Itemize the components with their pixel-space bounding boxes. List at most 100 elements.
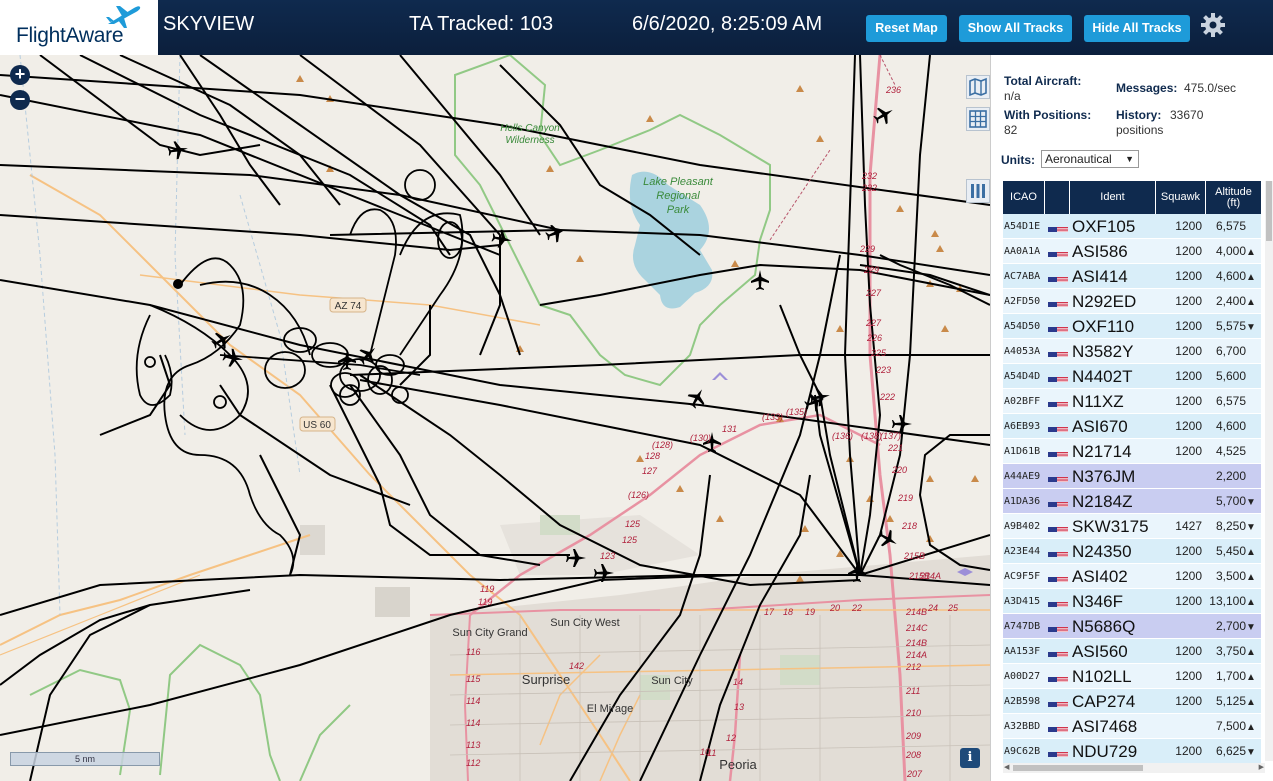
label-park: Park bbox=[667, 204, 690, 216]
table-row[interactable]: A747DB N5686Q 2,700▼ bbox=[1003, 614, 1261, 639]
altitude-value: 3,500 bbox=[1215, 569, 1246, 583]
waypoint-label: 25 bbox=[947, 603, 959, 613]
scroll-right-icon[interactable]: ▶ bbox=[1259, 763, 1264, 773]
descending-arrow-icon: ▼ bbox=[1246, 522, 1256, 533]
aircraft-icon[interactable] bbox=[684, 385, 710, 411]
table-row[interactable]: A1D61B N21714 1200 4,525 bbox=[1003, 439, 1261, 464]
toggle-sidebar-button[interactable] bbox=[966, 179, 990, 203]
scrollbar-thumb[interactable] bbox=[1013, 765, 1143, 771]
us-flag-icon bbox=[1048, 696, 1068, 707]
waypoint-label: 227 bbox=[865, 318, 882, 328]
waypoint-label: (133) bbox=[762, 412, 783, 422]
altitude-cell: 5,600 bbox=[1206, 364, 1256, 389]
squawk-cell: 1200 bbox=[1175, 244, 1202, 258]
zoom-in-button[interactable]: + bbox=[10, 65, 30, 85]
altitude-value: 4,525 bbox=[1215, 444, 1246, 458]
ident-cell: ASI670 bbox=[1072, 417, 1128, 436]
icao-cell: A6EB93 bbox=[1004, 421, 1041, 432]
column-header-altitude[interactable]: Altitude (ft) bbox=[1206, 181, 1261, 214]
waypoint-label: 128 bbox=[645, 451, 660, 461]
vertical-scrollbar[interactable] bbox=[1265, 181, 1273, 761]
aircraft-icons[interactable] bbox=[167, 102, 912, 582]
ident-cell: N24350 bbox=[1072, 542, 1132, 561]
icao-cell: A2B598 bbox=[1004, 696, 1041, 707]
table-row[interactable]: A23E44 N24350 1200 5,450▲ bbox=[1003, 539, 1261, 564]
ident-cell: ASI7468 bbox=[1072, 717, 1138, 736]
table-row[interactable]: A32BBD ASI7468 7,500▲ bbox=[1003, 714, 1261, 739]
map-layer-button[interactable] bbox=[966, 75, 990, 99]
range-rings-button[interactable] bbox=[966, 107, 990, 131]
table-row[interactable]: A54D50 OXF110 1200 5,575▼ bbox=[1003, 314, 1261, 339]
urban-areas bbox=[300, 515, 990, 781]
climbing-arrow-icon: ▲ bbox=[1246, 572, 1256, 583]
ident-cell: SKW3175 bbox=[1072, 517, 1149, 536]
table-row[interactable]: A02BFF N11XZ 1200 6,575 bbox=[1003, 389, 1261, 414]
table-row[interactable]: AA0A1A ASI586 1200 4,000▲ bbox=[1003, 239, 1261, 264]
road-shield-az74: AZ 74 bbox=[329, 297, 367, 313]
waypoint-label: 226 bbox=[866, 333, 882, 343]
table-row[interactable]: A2B598 CAP274 1200 5,125▲ bbox=[1003, 689, 1261, 714]
flightaware-logo[interactable]: FlightAware bbox=[0, 0, 158, 55]
units-select[interactable]: Aeronautical ▼ bbox=[1041, 150, 1139, 168]
table-body: A54D1E OXF105 1200 6,575 AA0A1A ASI586 1200 4,0… bbox=[1003, 214, 1261, 764]
altitude-cell: 5,700▼ bbox=[1206, 489, 1256, 514]
table-row[interactable]: AC9F5F ASI402 1200 3,500▲ bbox=[1003, 564, 1261, 589]
selected-aircraft-dot[interactable] bbox=[173, 279, 183, 289]
climbing-arrow-icon: ▲ bbox=[1246, 722, 1256, 733]
waypoint-label: (130) bbox=[690, 433, 711, 443]
ident-cell: ASI402 bbox=[1072, 567, 1128, 586]
table-row[interactable]: A1DA36 N2184Z 5,700▼ bbox=[1003, 489, 1261, 514]
ident-cell: N5686Q bbox=[1072, 617, 1136, 636]
altitude-cell: 2,700▼ bbox=[1206, 614, 1256, 639]
table-row[interactable]: A44AE9 N376JM 2,200 bbox=[1003, 464, 1261, 489]
table-row[interactable]: A54D1E OXF105 1200 6,575 bbox=[1003, 214, 1261, 239]
column-header-ident[interactable]: Ident bbox=[1070, 181, 1156, 214]
table-row[interactable]: A4053A N3582Y 1200 6,700 bbox=[1003, 339, 1261, 364]
peak-markers bbox=[296, 75, 979, 582]
icao-cell: A02BFF bbox=[1004, 396, 1041, 407]
table-row[interactable]: A9C62B NDU729 1200 6,625▼ bbox=[1003, 739, 1261, 764]
zoom-out-button[interactable]: − bbox=[10, 90, 30, 110]
map-canvas[interactable]: AZ 74 US 60 Hells Canyon Wilderness Lake… bbox=[0, 55, 990, 781]
aircraft-icon[interactable] bbox=[751, 270, 769, 290]
us-flag-icon bbox=[1048, 596, 1068, 607]
ident-cell: N21714 bbox=[1072, 442, 1132, 461]
column-header-squawk[interactable]: Squawk bbox=[1156, 181, 1206, 214]
waypoint-label: 218 bbox=[901, 521, 917, 531]
reset-map-button[interactable]: Reset Map bbox=[866, 15, 947, 42]
altitude-cell: 3,500▲ bbox=[1206, 564, 1256, 589]
waypoint-label: 214C bbox=[905, 623, 928, 633]
waypoint-label: 214A bbox=[905, 650, 927, 660]
altitude-value: 4,600 bbox=[1215, 269, 1246, 283]
scroll-left-icon[interactable]: ◀ bbox=[1004, 763, 1009, 773]
scrollbar-thumb[interactable] bbox=[1266, 181, 1272, 241]
app-title: SKYVIEW bbox=[163, 13, 255, 35]
road-label-az74: AZ 74 bbox=[335, 301, 362, 312]
show-all-tracks-button[interactable]: Show All Tracks bbox=[959, 15, 1072, 42]
hide-all-tracks-button[interactable]: Hide All Tracks bbox=[1084, 15, 1190, 42]
icao-cell: A9B402 bbox=[1004, 521, 1041, 532]
table-row[interactable]: A00D27 N102LL 1200 1,700▲ bbox=[1003, 664, 1261, 689]
gear-icon[interactable] bbox=[1200, 12, 1226, 38]
logo-text: FlightAware bbox=[16, 24, 124, 47]
label-el-mirage: El Mirage bbox=[587, 703, 633, 715]
ident-cell: ASI414 bbox=[1072, 267, 1128, 286]
waypoint-label: 127 bbox=[642, 466, 658, 476]
table-row[interactable]: A54D4D N4402T 1200 5,600 bbox=[1003, 364, 1261, 389]
table-row[interactable]: AC7ABA ASI414 1200 4,600▲ bbox=[1003, 264, 1261, 289]
icao-cell: A32BBD bbox=[1004, 721, 1041, 732]
ident-cell: N11XZ bbox=[1072, 392, 1124, 411]
table-row[interactable]: A3D415 N346F 1200 13,100▲ bbox=[1003, 589, 1261, 614]
waypoint-label: 212 bbox=[905, 662, 921, 672]
column-header-icao[interactable]: ICAO bbox=[1003, 181, 1045, 214]
aircraft-icon[interactable] bbox=[544, 221, 569, 245]
waypoint-label: 210 bbox=[905, 708, 921, 718]
table-row[interactable]: A6EB93 ASI670 1200 4,600 bbox=[1003, 414, 1261, 439]
table-row[interactable]: A2FD50 N292ED 1200 2,400▲ bbox=[1003, 289, 1261, 314]
icao-cell: A4053A bbox=[1004, 346, 1041, 357]
table-row[interactable]: A9B402 SKW3175 1427 8,250▼ bbox=[1003, 514, 1261, 539]
table-row[interactable]: AA153F ASI560 1200 3,750▲ bbox=[1003, 639, 1261, 664]
horizontal-scrollbar[interactable]: ◀ ▶ bbox=[1003, 763, 1265, 773]
info-button[interactable]: i bbox=[960, 748, 980, 768]
map-view[interactable]: AZ 74 US 60 Hells Canyon Wilderness Lake… bbox=[0, 55, 990, 781]
